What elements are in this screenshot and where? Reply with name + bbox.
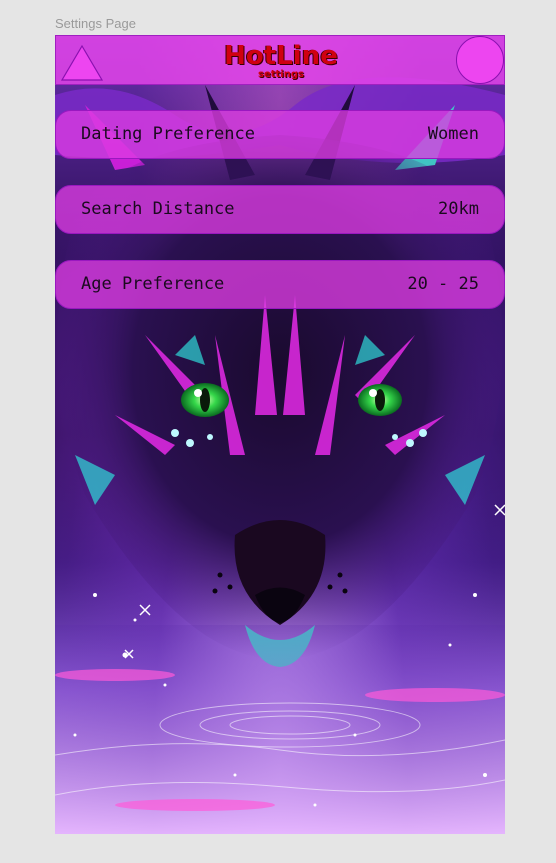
setting-label: Search Distance: [81, 199, 235, 219]
age-preference-row[interactable]: Age Preference 20 - 25: [55, 260, 505, 309]
setting-value: 20 - 25: [407, 274, 479, 294]
page-label: Settings Page: [55, 16, 136, 31]
setting-label: Dating Preference: [81, 124, 255, 144]
search-distance-row[interactable]: Search Distance 20km: [55, 185, 505, 234]
app-frame: HotLine settings Dating Preference Women…: [55, 35, 505, 834]
circle-icon[interactable]: [456, 36, 504, 84]
dating-preference-row[interactable]: Dating Preference Women: [55, 110, 505, 159]
app-title: HotLine: [224, 41, 338, 71]
app-header: HotLine settings: [55, 35, 505, 85]
setting-value: Women: [427, 124, 479, 144]
setting-label: Age Preference: [81, 274, 225, 294]
setting-value: 20km: [438, 199, 479, 219]
app-subtitle: settings: [258, 69, 304, 80]
